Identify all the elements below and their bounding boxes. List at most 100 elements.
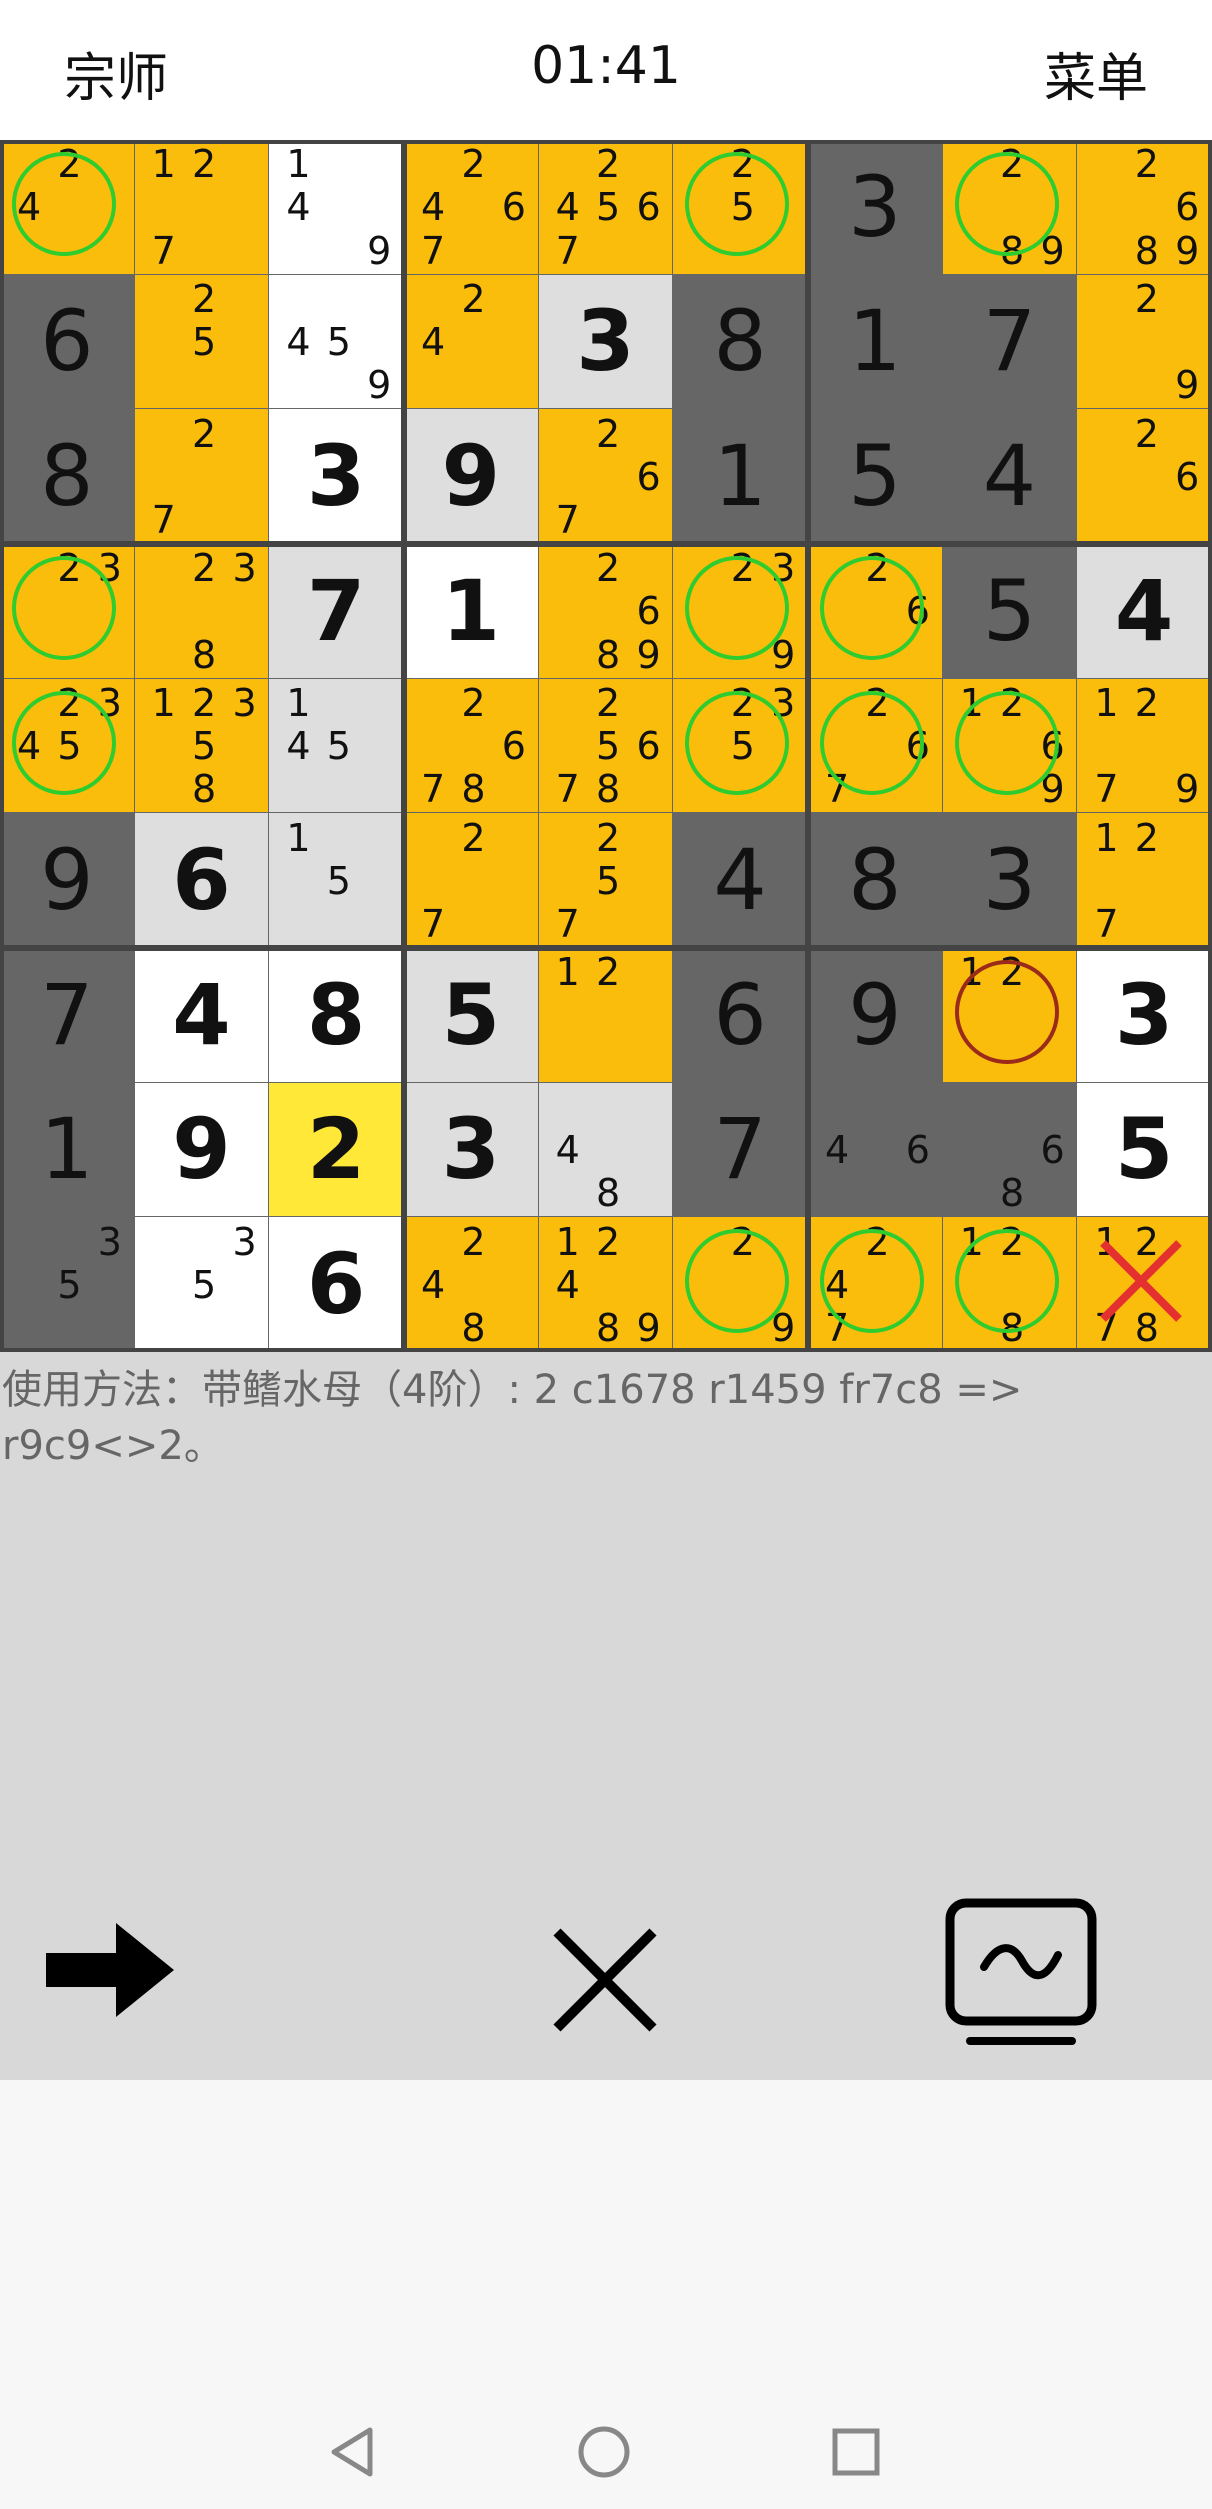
candidate-1: 1 xyxy=(286,681,311,726)
cell-r2c1[interactable]: 6 xyxy=(0,274,135,410)
cell-r1c6[interactable]: 25 xyxy=(673,140,808,275)
cell-r7c9[interactable]: 3 xyxy=(1077,948,1212,1083)
cell-r4c6[interactable]: 239 xyxy=(673,544,808,679)
cell-r3c2[interactable]: 27 xyxy=(134,409,270,544)
cell-r8c7[interactable]: 46 xyxy=(808,1082,943,1218)
cell-r4c2[interactable]: 238 xyxy=(134,544,270,679)
cell-r1c5[interactable]: 2456 7 xyxy=(538,140,674,275)
cell-r1c3[interactable]: 14 9 xyxy=(269,140,404,275)
cell-r7c7[interactable]: 9 xyxy=(808,948,943,1083)
cell-r5c3[interactable]: 145 xyxy=(269,678,404,814)
cell-r8c5[interactable]: 48 xyxy=(538,1082,674,1218)
cell-r5c8[interactable]: 1269 xyxy=(942,678,1078,814)
candidate-9: 9 xyxy=(1175,767,1200,812)
cell-r9c7[interactable]: 247 xyxy=(808,1217,943,1352)
candidate-2: 2 xyxy=(192,546,217,591)
cell-r7c4[interactable]: 5 xyxy=(404,948,539,1083)
cell-r9c4[interactable]: 248 xyxy=(404,1217,539,1352)
cell-r3c4[interactable]: 9 xyxy=(404,409,539,544)
cell-r8c3[interactable]: 2 xyxy=(269,1082,404,1218)
cell-r7c2[interactable]: 4 xyxy=(134,948,270,1083)
cell-r8c8[interactable]: 68 xyxy=(942,1082,1078,1218)
cell-r6c1[interactable]: 9 xyxy=(0,813,135,948)
fin-highlight-circle xyxy=(954,1229,1059,1334)
nav-back-button[interactable] xyxy=(322,2422,382,2482)
display-mode-button[interactable] xyxy=(940,1895,1100,2055)
cell-r9c2[interactable]: 35 xyxy=(134,1217,270,1352)
candidate-2: 2 xyxy=(596,142,621,187)
cell-r1c4[interactable]: 24 6 7 xyxy=(404,140,539,275)
cell-r4c3[interactable]: 7 xyxy=(269,544,404,679)
close-hint-button[interactable] xyxy=(545,1920,665,2040)
cell-r9c1[interactable]: 35 xyxy=(0,1217,135,1352)
cell-r1c8[interactable]: 289 xyxy=(942,140,1078,275)
cell-r3c5[interactable]: 26 7 xyxy=(538,409,674,544)
cell-r5c7[interactable]: 267 xyxy=(808,678,943,814)
cell-r8c2[interactable]: 9 xyxy=(134,1082,270,1218)
cell-r8c9[interactable]: 5 xyxy=(1077,1082,1212,1218)
nav-home-button[interactable] xyxy=(574,2422,634,2482)
cell-r2c6[interactable]: 8 xyxy=(673,274,808,410)
cell-r2c7[interactable]: 1 xyxy=(808,274,943,410)
cell-r3c8[interactable]: 4 xyxy=(942,409,1078,544)
candidate-2: 2 xyxy=(461,681,486,726)
candidate-5: 5 xyxy=(192,724,217,769)
cell-r3c6[interactable]: 1 xyxy=(673,409,808,544)
cell-r9c3[interactable]: 6 xyxy=(269,1217,404,1352)
cell-r2c3[interactable]: 459 xyxy=(269,274,404,410)
cell-r9c5[interactable]: 12489 xyxy=(538,1217,674,1352)
cell-r2c2[interactable]: 25 xyxy=(134,274,270,410)
cell-r5c2[interactable]: 12358 xyxy=(134,678,270,814)
cell-r8c1[interactable]: 1 xyxy=(0,1082,135,1218)
cell-r5c6[interactable]: 235 xyxy=(673,678,808,814)
candidate-3: 3 xyxy=(232,546,257,591)
cell-r1c7[interactable]: 3 xyxy=(808,140,943,275)
cell-r6c6[interactable]: 4 xyxy=(673,813,808,948)
nav-recent-button[interactable] xyxy=(826,2422,886,2482)
cell-value: 3 xyxy=(982,831,1037,930)
cell-r6c3[interactable]: 15 xyxy=(269,813,404,948)
cell-r5c4[interactable]: 26 78 xyxy=(404,678,539,814)
cell-r6c7[interactable]: 8 xyxy=(808,813,943,948)
cell-r7c5[interactable]: 12 xyxy=(538,948,674,1083)
cell-r4c9[interactable]: 4 xyxy=(1077,544,1212,679)
menu-button[interactable]: 菜单 xyxy=(1044,36,1148,111)
cell-r2c9[interactable]: 29 xyxy=(1077,274,1212,410)
cell-r3c1[interactable]: 8 xyxy=(0,409,135,544)
candidate-1: 1 xyxy=(151,681,176,726)
cell-r8c4[interactable]: 3 xyxy=(404,1082,539,1218)
cell-r3c7[interactable]: 5 xyxy=(808,409,943,544)
box-divider-horizontal xyxy=(0,945,1212,951)
cell-r7c3[interactable]: 8 xyxy=(269,948,404,1083)
cell-r2c8[interactable]: 7 xyxy=(942,274,1078,410)
cell-r2c4[interactable]: 24 xyxy=(404,274,539,410)
cell-r4c4[interactable]: 1 xyxy=(404,544,539,679)
cell-r4c1[interactable]: 23 xyxy=(0,544,135,679)
cell-r5c1[interactable]: 2345 xyxy=(0,678,135,814)
cell-r9c6[interactable]: 29 xyxy=(673,1217,808,1352)
cell-r9c9[interactable]: 1278 xyxy=(1077,1217,1212,1352)
cell-r6c9[interactable]: 127 xyxy=(1077,813,1212,948)
cell-r4c5[interactable]: 2689 xyxy=(538,544,674,679)
cell-r6c8[interactable]: 3 xyxy=(942,813,1078,948)
cell-r6c5[interactable]: 257 xyxy=(538,813,674,948)
cell-r6c4[interactable]: 27 xyxy=(404,813,539,948)
fin-highlight-circle xyxy=(12,556,116,660)
next-step-button[interactable] xyxy=(40,1915,180,2025)
cell-r1c2[interactable]: 127 xyxy=(134,140,270,275)
cell-r4c8[interactable]: 5 xyxy=(942,544,1078,679)
cell-r1c9[interactable]: 2689 xyxy=(1077,140,1212,275)
cell-r1c1[interactable]: 24 xyxy=(0,140,135,275)
cell-r5c9[interactable]: 127 9 xyxy=(1077,678,1212,814)
cell-r8c6[interactable]: 7 xyxy=(673,1082,808,1218)
cell-r2c5[interactable]: 3 xyxy=(538,274,674,410)
cell-r7c8[interactable]: 12 xyxy=(942,948,1078,1083)
cell-r6c2[interactable]: 6 xyxy=(134,813,270,948)
cell-r9c8[interactable]: 128 xyxy=(942,1217,1078,1352)
cell-r7c1[interactable]: 7 xyxy=(0,948,135,1083)
cell-r3c9[interactable]: 26 xyxy=(1077,409,1212,544)
cell-r7c6[interactable]: 6 xyxy=(673,948,808,1083)
cell-r4c7[interactable]: 26 xyxy=(808,544,943,679)
cell-r5c5[interactable]: 256 78 xyxy=(538,678,674,814)
cell-r3c3[interactable]: 3 xyxy=(269,409,404,544)
